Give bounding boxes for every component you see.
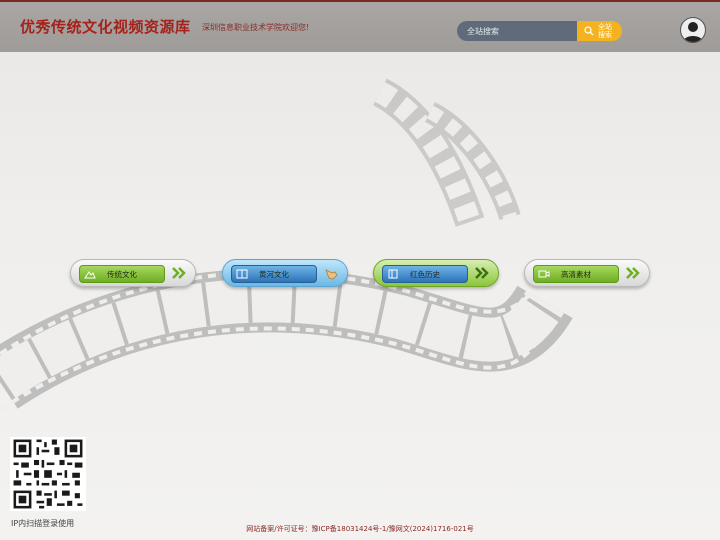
- nav-button-face: 传统文化: [79, 265, 165, 283]
- nav-label: 红色历史: [410, 269, 440, 279]
- chevron-right-icon: [475, 267, 489, 279]
- search-input[interactable]: [457, 21, 587, 41]
- nav-button-face: 红色历史: [382, 265, 468, 283]
- nav-button-hd-materials[interactable]: 高清素材: [524, 259, 650, 287]
- user-avatar-icon[interactable]: [680, 17, 706, 43]
- search-button-label: 全站 搜索: [598, 23, 612, 39]
- nav-button-face: 高清素材: [533, 265, 619, 283]
- nav-button-face: 黄河文化: [231, 265, 317, 283]
- nav-label: 高清素材: [561, 269, 591, 279]
- pointer-hand-icon: [325, 269, 338, 280]
- chevron-right-icon: [626, 267, 640, 279]
- welcome-text: 深圳信息职业技术学院欢迎您!: [202, 23, 310, 32]
- qr-code[interactable]: [10, 437, 86, 511]
- nav-button-red-history[interactable]: 红色历史: [373, 259, 499, 287]
- search-bar: 全站 搜索: [457, 21, 622, 41]
- site-title[interactable]: 优秀传统文化视频资源库: [20, 16, 191, 37]
- chevron-right-icon: [172, 267, 186, 279]
- footer-icp-text: 网站备案/许可证号：豫ICP备18031424号-1/豫网文(2024)1716…: [246, 525, 474, 533]
- nav-button-traditional-culture[interactable]: 传统文化: [70, 259, 196, 287]
- nav-label: 黄河文化: [259, 269, 289, 279]
- search-button[interactable]: 全站 搜索: [577, 21, 622, 41]
- nav-button-yellow-river-culture[interactable]: 黄河文化: [222, 259, 348, 287]
- search-icon: [584, 26, 594, 36]
- top-header: 优秀传统文化视频资源库 深圳信息职业技术学院欢迎您! 全站 搜索: [0, 0, 720, 52]
- nav-label: 传统文化: [107, 269, 137, 279]
